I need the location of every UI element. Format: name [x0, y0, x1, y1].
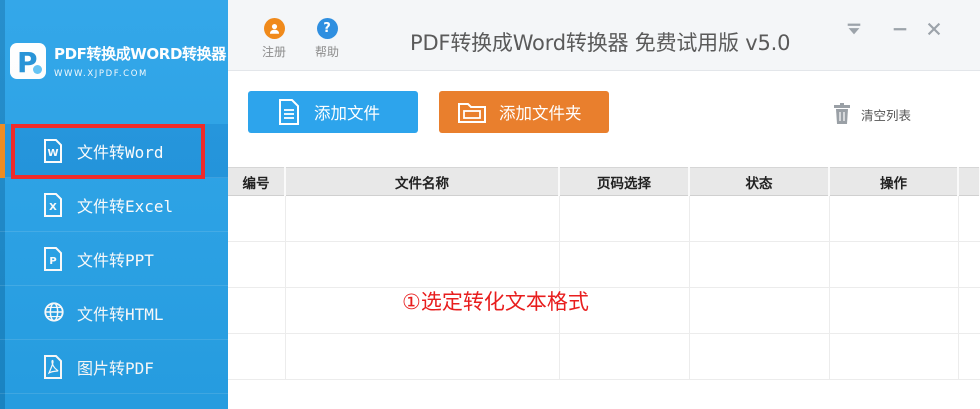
- window-title: PDF转换成Word转换器 免费试用版 v5.0: [410, 31, 791, 55]
- app-logo-icon: P: [10, 43, 46, 79]
- table-row: [228, 195, 980, 242]
- sidebar-item-label: 文件转Word: [77, 142, 164, 162]
- sidebar-item-image-to-pdf[interactable]: 图片转PDF: [0, 340, 228, 394]
- add-file-button[interactable]: 添加文件: [248, 91, 418, 133]
- sidebar-item-file-to-word[interactable]: W 文件转Word: [0, 124, 228, 178]
- annotation-text: ①选定转化文本格式: [402, 290, 589, 314]
- globe-icon: [43, 301, 64, 325]
- column-header-page-select[interactable]: 页码选择: [559, 167, 690, 196]
- ppt-doc-icon: P: [43, 246, 63, 271]
- sidebar-item-label: 文件转PPT: [77, 250, 154, 270]
- pdf-doc-icon: [43, 354, 63, 379]
- folder-icon: [458, 103, 486, 123]
- excel-doc-icon: X: [43, 192, 63, 217]
- add-folder-label: 添加文件夹: [499, 104, 582, 123]
- toolbar: 添加文件 添加文件夹 清空列表: [228, 71, 980, 167]
- help-button[interactable]: ? 帮助: [307, 18, 347, 60]
- column-header-number[interactable]: 编号: [228, 167, 286, 196]
- help-icon: ?: [316, 18, 338, 39]
- sidebar-item-file-to-html[interactable]: 文件转HTML: [0, 286, 228, 340]
- column-header-status[interactable]: 状态: [689, 167, 830, 196]
- title-bar: 注册 ? 帮助 PDF转换成Word转换器 免费试用版 v5.0: [228, 0, 980, 71]
- column-header-file-name[interactable]: 文件名称: [285, 167, 560, 196]
- svg-text:X: X: [49, 202, 57, 213]
- table-header-row: 编号 文件名称 页码选择 状态 操作: [228, 167, 980, 196]
- svg-text:P: P: [49, 256, 56, 267]
- sidebar-item-label: 文件转HTML: [77, 304, 164, 324]
- close-icon[interactable]: [923, 20, 945, 42]
- file-table: 编号 文件名称 页码选择 状态 操作: [228, 167, 980, 409]
- file-icon: [279, 99, 299, 125]
- sidebar-item-file-to-excel[interactable]: X 文件转Excel: [0, 178, 228, 232]
- help-label: 帮助: [314, 45, 339, 59]
- brand: P PDF转换成WORD转换器 WWW.XJPDF.COM: [10, 40, 226, 82]
- table-row: [228, 333, 980, 380]
- table-row: [228, 241, 980, 288]
- sidebar: P PDF转换成WORD转换器 WWW.XJPDF.COM W 文件转Word …: [0, 0, 228, 409]
- add-folder-button[interactable]: 添加文件夹: [439, 91, 609, 133]
- menu-dropdown-icon[interactable]: [843, 20, 865, 42]
- main-panel: 注册 ? 帮助 PDF转换成Word转换器 免费试用版 v5.0 添加文件 添加…: [228, 0, 980, 409]
- register-label: 注册: [261, 45, 286, 59]
- sidebar-item-label: 图片转PDF: [77, 358, 154, 378]
- sidebar-item-label: 文件转Excel: [77, 196, 174, 216]
- clear-list-label: 清空列表: [861, 107, 912, 123]
- column-header-action[interactable]: 操作: [829, 167, 959, 196]
- register-button[interactable]: 注册: [254, 18, 294, 60]
- trash-icon: [834, 103, 850, 124]
- table-row: [228, 287, 980, 334]
- brand-title: PDF转换成WORD转换器: [54, 45, 226, 63]
- sidebar-nav: W 文件转Word X 文件转Excel P 文件转PPT 文件转HTML 图片…: [0, 124, 228, 394]
- sidebar-item-file-to-ppt[interactable]: P 文件转PPT: [0, 232, 228, 286]
- column-header-spacer: [958, 167, 980, 196]
- brand-website: WWW.XJPDF.COM: [54, 69, 148, 79]
- svg-text:W: W: [47, 148, 58, 159]
- user-icon: [263, 18, 285, 39]
- brand-text: PDF转换成WORD转换器 WWW.XJPDF.COM: [54, 43, 226, 79]
- clear-list-button[interactable]: 清空列表: [832, 102, 911, 126]
- minimize-icon[interactable]: [889, 20, 911, 42]
- add-file-label: 添加文件: [314, 104, 380, 123]
- word-doc-icon: W: [43, 138, 63, 163]
